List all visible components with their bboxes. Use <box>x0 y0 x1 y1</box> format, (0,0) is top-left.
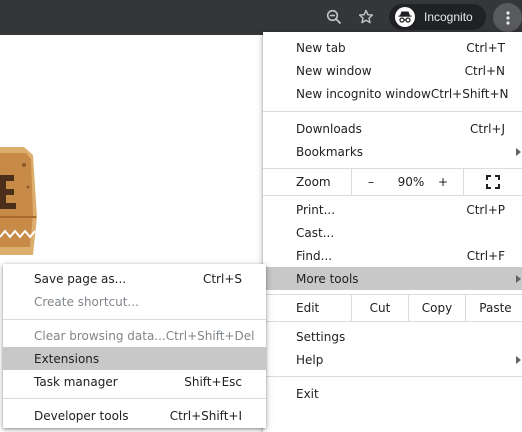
menu-item-label: Settings <box>296 329 346 344</box>
zoom-label: Zoom <box>296 175 331 189</box>
submenu-item-developer-tools[interactable]: Developer tools Ctrl+Shift+I <box>3 404 266 427</box>
menu-item-label: More tools <box>296 271 359 286</box>
incognito-profile-chip[interactable]: Incognito <box>389 4 486 30</box>
menu-separator <box>263 376 522 377</box>
row-divider <box>463 169 464 195</box>
menu-item-shortcut: Ctrl+J <box>470 121 505 136</box>
kebab-menu-icon[interactable] <box>493 3 522 32</box>
menu-item-more-tools[interactable]: More tools <box>263 267 522 290</box>
menu-item-label: Print... <box>296 202 336 217</box>
submenu-item-task-manager[interactable]: Task manager Shift+Esc <box>3 370 266 393</box>
menu-separator <box>263 195 522 196</box>
zoom-out-icon[interactable] <box>322 5 346 29</box>
menu-item-exit[interactable]: Exit <box>263 382 522 405</box>
edit-label: Edit <box>296 301 320 315</box>
menu-item-shortcut: Ctrl+Shift+I <box>169 408 242 423</box>
menu-item-label: Cast... <box>296 225 335 240</box>
zoom-level-value: 90% <box>397 175 425 189</box>
menu-item-label: Help <box>296 352 324 367</box>
menu-item-label: Developer tools <box>34 408 129 423</box>
copy-button[interactable]: Copy <box>409 295 465 321</box>
menu-item-new-tab[interactable]: New tab Ctrl+T <box>263 36 522 59</box>
menu-separator <box>3 319 266 320</box>
menu-item-shortcut: Ctrl+Shift+N <box>430 86 509 101</box>
submenu-arrow-icon <box>516 356 521 364</box>
zoom-in-button[interactable]: + <box>431 169 455 195</box>
menu-item-cast[interactable]: Cast... <box>263 221 522 244</box>
menu-item-label: Clear browsing data... <box>34 328 166 343</box>
menu-item-find[interactable]: Find... Ctrl+F <box>263 244 522 267</box>
menu-item-shortcut: Ctrl+P <box>466 202 505 217</box>
submenu-arrow-icon <box>516 275 521 283</box>
browser-toolbar: Incognito <box>0 0 522 35</box>
submenu-item-save-page-as[interactable]: Save page as... Ctrl+S <box>3 267 266 290</box>
menu-item-settings[interactable]: Settings <box>263 325 522 348</box>
more-tools-submenu: Save page as... Ctrl+S Create shortcut..… <box>3 264 266 428</box>
menu-item-shortcut: Ctrl+Shift+Del <box>165 328 255 343</box>
menu-item-label: New tab <box>296 40 346 55</box>
doodle-image-fragment <box>0 147 37 255</box>
menu-item-label: New window <box>296 63 372 78</box>
menu-separator <box>263 111 522 112</box>
menu-item-label: Bookmarks <box>296 144 364 159</box>
menu-item-label: Create shortcut... <box>34 294 139 309</box>
submenu-item-create-shortcut: Create shortcut... <box>3 290 266 313</box>
menu-item-shortcut: Ctrl+S <box>202 271 242 286</box>
row-divider <box>351 169 352 195</box>
submenu-arrow-icon <box>516 148 521 156</box>
menu-item-shortcut: Ctrl+F <box>466 248 505 263</box>
menu-item-label: Find... <box>296 248 333 263</box>
star-icon[interactable] <box>354 5 378 29</box>
incognito-icon <box>395 7 415 27</box>
zoom-row: Zoom – 90% + <box>263 169 522 195</box>
menu-item-print[interactable]: Print... Ctrl+P <box>263 198 522 221</box>
edit-row: Edit Cut Copy Paste <box>263 295 522 321</box>
menu-item-help[interactable]: Help <box>263 348 522 371</box>
menu-separator <box>3 398 266 399</box>
menu-item-bookmarks[interactable]: Bookmarks <box>263 140 522 163</box>
incognito-label: Incognito <box>424 10 473 24</box>
menu-item-label: Extensions <box>34 351 100 366</box>
menu-item-shortcut: Shift+Esc <box>184 374 242 389</box>
menu-item-new-incognito-window[interactable]: New incognito window Ctrl+Shift+N <box>263 82 522 105</box>
submenu-item-clear-browsing-data: Clear browsing data... Ctrl+Shift+Del <box>3 324 266 347</box>
cut-button[interactable]: Cut <box>352 295 408 321</box>
chrome-main-menu: New tab Ctrl+T New window Ctrl+N New inc… <box>263 32 522 432</box>
menu-item-label: Save page as... <box>34 271 127 286</box>
paste-button[interactable]: Paste <box>466 295 522 321</box>
fullscreen-icon[interactable] <box>481 169 505 195</box>
menu-item-new-window[interactable]: New window Ctrl+N <box>263 59 522 82</box>
menu-item-label: Task manager <box>34 374 118 389</box>
menu-item-label: Downloads <box>296 121 362 136</box>
menu-item-label: New incognito window <box>296 86 431 101</box>
menu-separator <box>263 321 522 322</box>
menu-item-shortcut: Ctrl+T <box>466 40 505 55</box>
menu-item-label: Exit <box>296 386 319 401</box>
submenu-item-extensions[interactable]: Extensions <box>3 347 266 370</box>
menu-item-downloads[interactable]: Downloads Ctrl+J <box>263 117 522 140</box>
zoom-out-button[interactable]: – <box>359 169 383 195</box>
menu-item-shortcut: Ctrl+N <box>464 63 505 78</box>
